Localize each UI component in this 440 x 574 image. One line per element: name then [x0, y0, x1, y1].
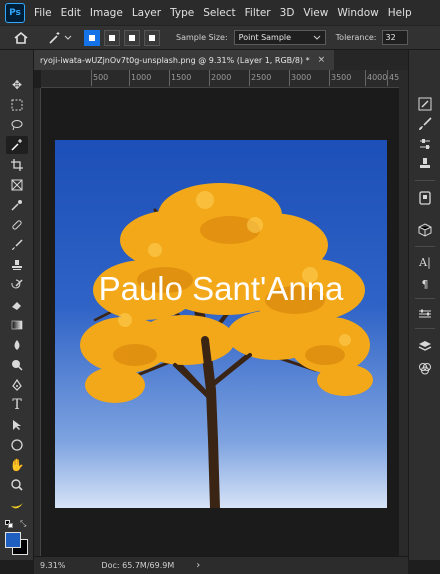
eyedropper-icon[interactable] — [6, 196, 28, 214]
frame-icon[interactable] — [6, 176, 28, 194]
menu-filter[interactable]: Filter — [245, 7, 271, 19]
gradient-icon[interactable] — [6, 316, 28, 334]
home-icon[interactable] — [12, 29, 30, 47]
tolerance-label: Tolerance: — [335, 33, 377, 42]
foreground-color-swatch[interactable] — [5, 532, 21, 548]
ruler-tick: 4000 — [364, 70, 388, 86]
menu-file[interactable]: File — [34, 7, 52, 19]
tolerance-value: 32 — [385, 33, 396, 42]
ellipse-icon[interactable] — [6, 436, 28, 454]
clone-stamp-icon[interactable] — [6, 256, 28, 274]
healing-brush-icon[interactable] — [6, 216, 28, 234]
horizontal-ruler: 500 1000 1500 2000 2500 3000 3500 4000 4… — [41, 70, 399, 88]
brush-panel-icon[interactable] — [417, 116, 433, 132]
menu-edit[interactable]: Edit — [61, 7, 81, 19]
intersect-selection-button[interactable] — [144, 29, 160, 46]
menu-view[interactable]: View — [303, 7, 328, 19]
ruler-tick: 1500 — [168, 70, 192, 86]
photoshop-logo[interactable]: Ps — [5, 2, 25, 23]
options-bar: Sample Size: Point Sample Tolerance: 32 — [0, 25, 440, 50]
sample-size-value: Point Sample — [238, 33, 292, 42]
magic-wand-preset-icon[interactable] — [46, 29, 64, 47]
paragraph-icon[interactable]: ¶ — [417, 276, 433, 292]
blur-icon[interactable] — [6, 336, 28, 354]
hand-icon[interactable]: ✋ — [6, 456, 28, 474]
type-icon[interactable]: T — [6, 396, 28, 414]
swap-colors-icon[interactable]: ⤡ — [20, 519, 26, 529]
banana-icon[interactable] — [6, 496, 28, 514]
close-tab-button[interactable]: × — [318, 55, 326, 65]
eraser-icon[interactable] — [6, 296, 28, 314]
tolerance-input[interactable]: 32 — [381, 30, 408, 45]
panel-separator — [415, 328, 435, 329]
menu-image[interactable]: Image — [90, 7, 123, 19]
character-icon[interactable]: A| — [417, 254, 433, 270]
crop-icon[interactable] — [6, 156, 28, 174]
document-tab[interactable]: ryoji-iwata-wUZjnOv7t0g-unsplash.png @ 9… — [34, 50, 334, 70]
dodge-icon[interactable] — [6, 356, 28, 374]
menu-layer[interactable]: Layer — [132, 7, 161, 19]
path-selection-icon[interactable] — [6, 416, 28, 434]
panel-separator — [415, 180, 435, 181]
brush-icon[interactable] — [6, 236, 28, 254]
properties-icon[interactable] — [417, 306, 433, 322]
right-panel-dock: A| ¶ — [408, 50, 440, 560]
magic-wand-icon[interactable] — [6, 136, 28, 154]
tree-image — [80, 183, 373, 508]
document-size: Doc: 65.7M/69.9M — [101, 561, 175, 570]
menu-3d[interactable]: 3D — [280, 7, 295, 19]
ruler-tick: 45 — [386, 70, 399, 86]
menu-type[interactable]: Type — [170, 7, 194, 19]
sample-size-select[interactable]: Point Sample — [233, 30, 326, 45]
menu-help[interactable]: Help — [388, 7, 412, 19]
panel-separator — [415, 298, 435, 299]
3d-icon[interactable] — [417, 222, 433, 238]
ruler-tick: 3000 — [288, 70, 312, 86]
default-colors-icon[interactable] — [5, 520, 14, 529]
move-icon[interactable]: ✥ — [6, 76, 28, 94]
menu-window[interactable]: Window — [337, 7, 378, 19]
overlay-text: Paulo Sant'Anna — [98, 270, 344, 307]
document-canvas[interactable]: Paulo Sant'Anna — [55, 140, 387, 508]
tools-panel: ✥ T ✋ ⤡ — [0, 50, 34, 560]
zoom-level[interactable]: 9.31% — [40, 561, 65, 570]
pen-icon[interactable] — [6, 376, 28, 394]
ruler-tick: 3500 — [328, 70, 352, 86]
layers-icon[interactable] — [417, 338, 433, 354]
new-selection-button[interactable] — [84, 29, 100, 46]
sample-size-label: Sample Size: — [176, 33, 228, 42]
ruler-tick: 500 — [90, 70, 109, 86]
vertical-ruler — [34, 88, 41, 556]
status-bar: 9.31% Doc: 65.7M/69.9M › — [34, 556, 408, 574]
canvas-area[interactable]: Paulo Sant'Anna — [41, 88, 399, 556]
channels-icon[interactable] — [417, 360, 433, 376]
history-brush-icon[interactable] — [6, 276, 28, 294]
ruler-tick: 1000 — [128, 70, 152, 86]
vertical-scroll-strip[interactable] — [399, 70, 408, 556]
zoom-icon[interactable] — [6, 476, 28, 494]
document-tab-bar: ryoji-iwata-wUZjnOv7t0g-unsplash.png @ 9… — [34, 50, 408, 70]
subtract-selection-button[interactable] — [124, 29, 140, 46]
ruler-tick: 2500 — [248, 70, 272, 86]
status-menu-arrow[interactable]: › — [196, 560, 200, 571]
document-tab-title: ryoji-iwata-wUZjnOv7t0g-unsplash.png @ 9… — [40, 55, 310, 65]
libraries-icon[interactable] — [417, 190, 433, 206]
menu-select[interactable]: Select — [203, 7, 235, 19]
history-icon[interactable] — [417, 96, 433, 112]
adjust-icon[interactable] — [417, 136, 433, 152]
lasso-icon[interactable] — [6, 116, 28, 134]
add-to-selection-button[interactable] — [104, 29, 120, 46]
chevron-down-icon[interactable] — [64, 29, 72, 47]
stamp-icon[interactable] — [417, 156, 433, 172]
panel-separator — [415, 246, 435, 247]
ruler-tick: 2000 — [208, 70, 232, 86]
menu-bar: Ps File Edit Image Layer Type Select Fil… — [0, 0, 440, 25]
chevron-down-icon — [313, 35, 321, 40]
marquee-icon[interactable] — [6, 96, 28, 114]
